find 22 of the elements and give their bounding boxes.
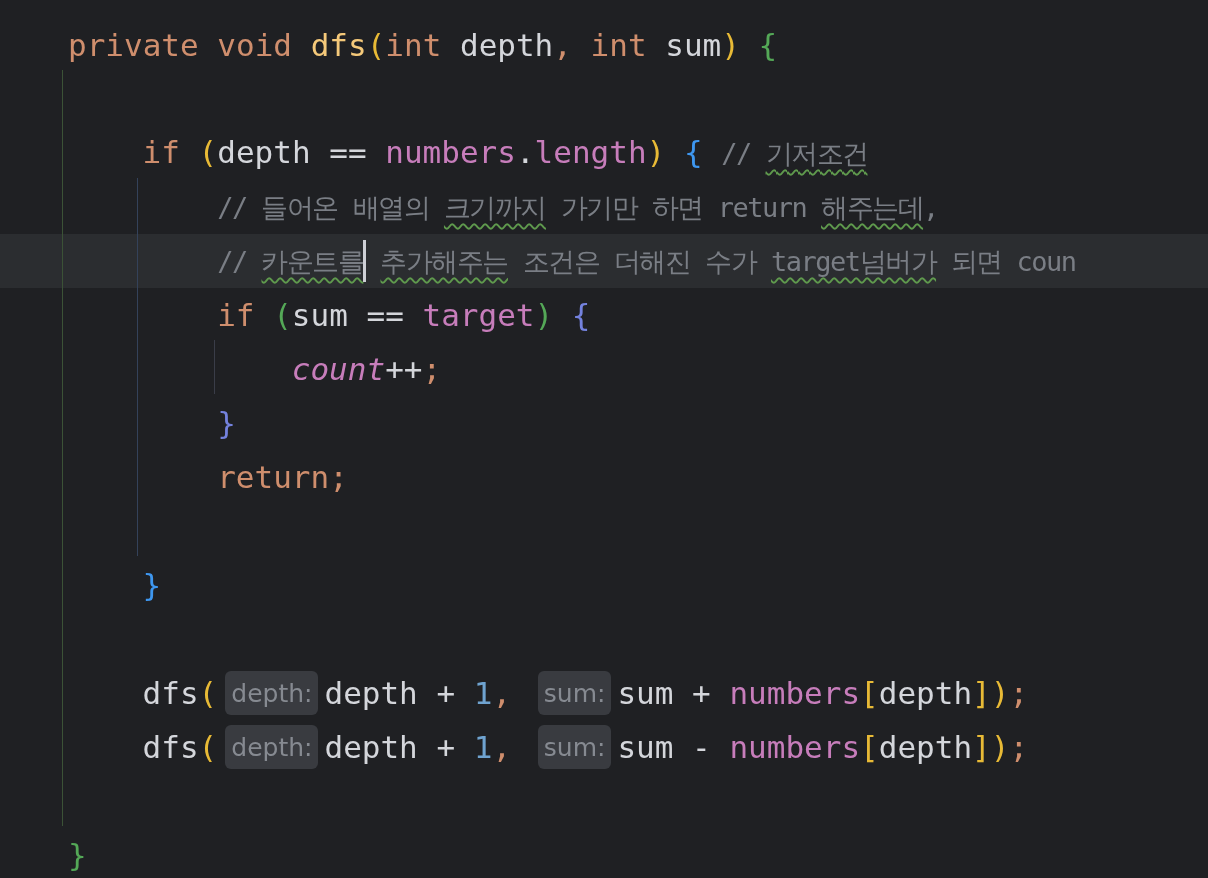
- code-text: // 카운트를: [217, 245, 364, 279]
- inlay-hint: sum:: [537, 671, 612, 715]
- code-text: if (sum == target) {: [217, 297, 591, 333]
- inlay-hint: depth:: [225, 671, 319, 715]
- code-text: depth + 1,: [324, 729, 513, 765]
- code-text: if (depth == numbers.length) { // 기저조건: [142, 134, 868, 172]
- code-text: }: [217, 405, 236, 441]
- code-text: sum + numbers[depth]);: [617, 675, 1029, 711]
- code-text: dfs(: [142, 675, 218, 711]
- code-text: }: [68, 837, 87, 873]
- inlay-hint: sum:: [537, 725, 612, 769]
- code-text: count++;: [291, 351, 442, 387]
- code-text: return;: [217, 459, 348, 495]
- code-text: }: [142, 567, 162, 603]
- text-cursor: [363, 240, 367, 282]
- code-text: dfs(: [142, 729, 218, 765]
- code-text: sum - numbers[depth]);: [617, 729, 1029, 765]
- code-text: 추가해주는 조건은 더해진 수가 target넘버가 되면 coun: [379, 245, 1076, 279]
- code-comment: // 들어온 배열의 크기까지 가기만 하면 return 해주는데,: [217, 191, 938, 225]
- inlay-hint: depth:: [225, 725, 319, 769]
- code-text: private void dfs(int depth, int sum) {: [68, 27, 778, 63]
- code-text: depth + 1,: [324, 675, 513, 711]
